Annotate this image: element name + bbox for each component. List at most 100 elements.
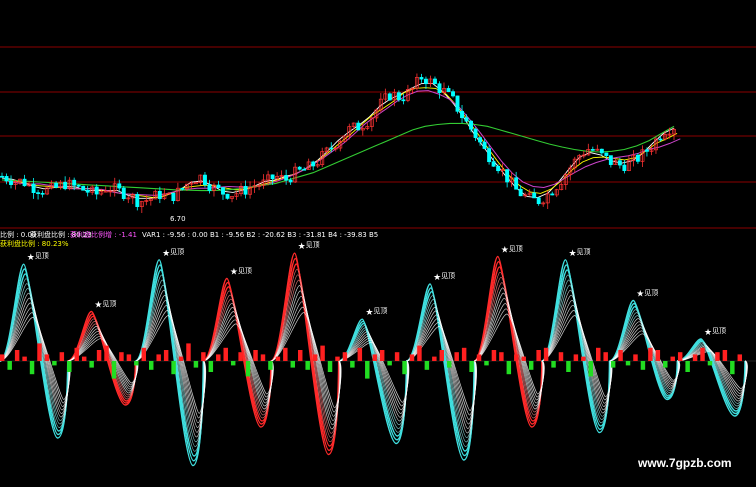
histogram-bar	[178, 356, 184, 361]
signal-star: ★	[27, 253, 35, 263]
histogram-bar	[275, 356, 281, 361]
candle-body	[72, 179, 77, 186]
histogram-bar	[14, 350, 20, 361]
signal-label: 见顶	[34, 252, 49, 261]
var-readout: VAR1 : -9.56 : 0.00 B1 : -9.56 B2 : -20.…	[142, 231, 379, 239]
histogram-bar	[581, 356, 586, 361]
candle-body	[207, 184, 212, 191]
candlesticks	[0, 73, 676, 214]
signal-star: ★	[433, 273, 441, 283]
histogram-bar	[216, 354, 221, 361]
candle-body	[433, 78, 437, 85]
histogram-bar	[298, 350, 303, 361]
histogram-bar	[715, 352, 720, 361]
wave-line	[473, 308, 545, 398]
low-price-label: 6.70	[170, 215, 186, 223]
candle-body	[40, 192, 45, 195]
candle-body	[243, 185, 248, 195]
histogram-bar	[96, 350, 102, 361]
histogram-bar	[514, 354, 519, 361]
histogram-bar	[737, 354, 743, 361]
histogram-bar	[707, 361, 713, 366]
candle-body	[401, 99, 406, 102]
candle-body	[617, 160, 622, 166]
histogram-bar	[536, 350, 541, 361]
signal-label: 见顶	[102, 299, 117, 308]
signal-label: 见顶	[644, 288, 659, 297]
candle-body	[22, 178, 27, 187]
stock-chart: ★ ★ ★ ★ ★ ★ ★ ★ ★ ★ ★	[0, 46, 756, 467]
histogram-bar	[22, 356, 27, 361]
candle-body	[203, 174, 207, 186]
histogram-bar	[126, 354, 132, 361]
candle-body	[419, 77, 424, 80]
histogram-bar	[476, 354, 482, 361]
histogram-bar	[223, 347, 228, 361]
wave-line	[270, 263, 340, 447]
histogram-bar	[692, 354, 698, 361]
histogram-bar	[163, 350, 169, 361]
histogram-bar	[543, 347, 549, 361]
signal-label: 见顶	[237, 266, 252, 275]
histogram-bar	[379, 350, 385, 361]
histogram-bar	[685, 361, 690, 372]
candle-body	[4, 176, 9, 182]
candle-body	[423, 78, 428, 85]
histogram-bar	[409, 354, 415, 361]
histogram-bar	[357, 347, 363, 361]
histogram-bar	[260, 354, 266, 361]
ma-purple-line	[8, 90, 681, 196]
histogram-bar	[253, 350, 258, 361]
wave-line	[134, 259, 204, 467]
signal-star: ★	[365, 308, 373, 318]
histogram-bar	[558, 352, 564, 361]
histogram-bar	[104, 345, 109, 361]
histogram-bar	[149, 361, 154, 370]
signal-star: ★	[704, 328, 712, 338]
candle-body	[81, 185, 86, 191]
histogram-bar	[573, 354, 579, 361]
signal-label: 见顶	[441, 272, 456, 280]
ma-long-line	[1, 122, 675, 192]
histogram-bar	[521, 356, 526, 361]
wave-line	[134, 264, 205, 462]
signal-label: 见顶	[305, 241, 320, 250]
histogram-bar	[0, 354, 5, 361]
wave-line	[406, 287, 475, 457]
histogram-bar	[603, 352, 608, 361]
histogram-bar	[320, 345, 325, 361]
moving-average-lines	[1, 82, 681, 199]
candle-body	[518, 188, 523, 197]
histogram-bar	[327, 361, 333, 372]
candle-body	[216, 184, 221, 188]
candle-body	[121, 187, 126, 200]
signal-label: 见顶	[508, 244, 523, 253]
candle-body	[487, 148, 492, 163]
histogram-bar	[171, 361, 176, 375]
histogram-bar	[44, 354, 50, 361]
signal-star: ★	[501, 246, 509, 256]
histogram-bar	[730, 361, 735, 375]
histogram-bar	[201, 352, 206, 361]
candle-body	[221, 187, 225, 195]
histogram-bar	[402, 361, 407, 375]
histogram-bar	[625, 361, 631, 366]
candle-body	[356, 122, 361, 131]
histogram-bar	[484, 361, 489, 366]
histogram-bar	[670, 356, 675, 361]
histogram-bar	[491, 350, 497, 361]
signal-label: 见顶	[576, 247, 591, 256]
histogram-bar	[37, 343, 42, 361]
histogram-bar	[610, 361, 616, 368]
candle-body	[157, 190, 162, 199]
histogram-bar	[551, 361, 556, 368]
candle-body	[451, 91, 455, 97]
histogram-bar	[648, 347, 653, 361]
histogram-bar	[81, 356, 87, 361]
candle-body	[446, 88, 451, 92]
histogram-bar	[454, 352, 459, 361]
signal-star: ★	[230, 268, 238, 278]
wave-line	[338, 318, 408, 445]
histogram-bar	[365, 361, 370, 379]
candle-body	[225, 193, 230, 199]
